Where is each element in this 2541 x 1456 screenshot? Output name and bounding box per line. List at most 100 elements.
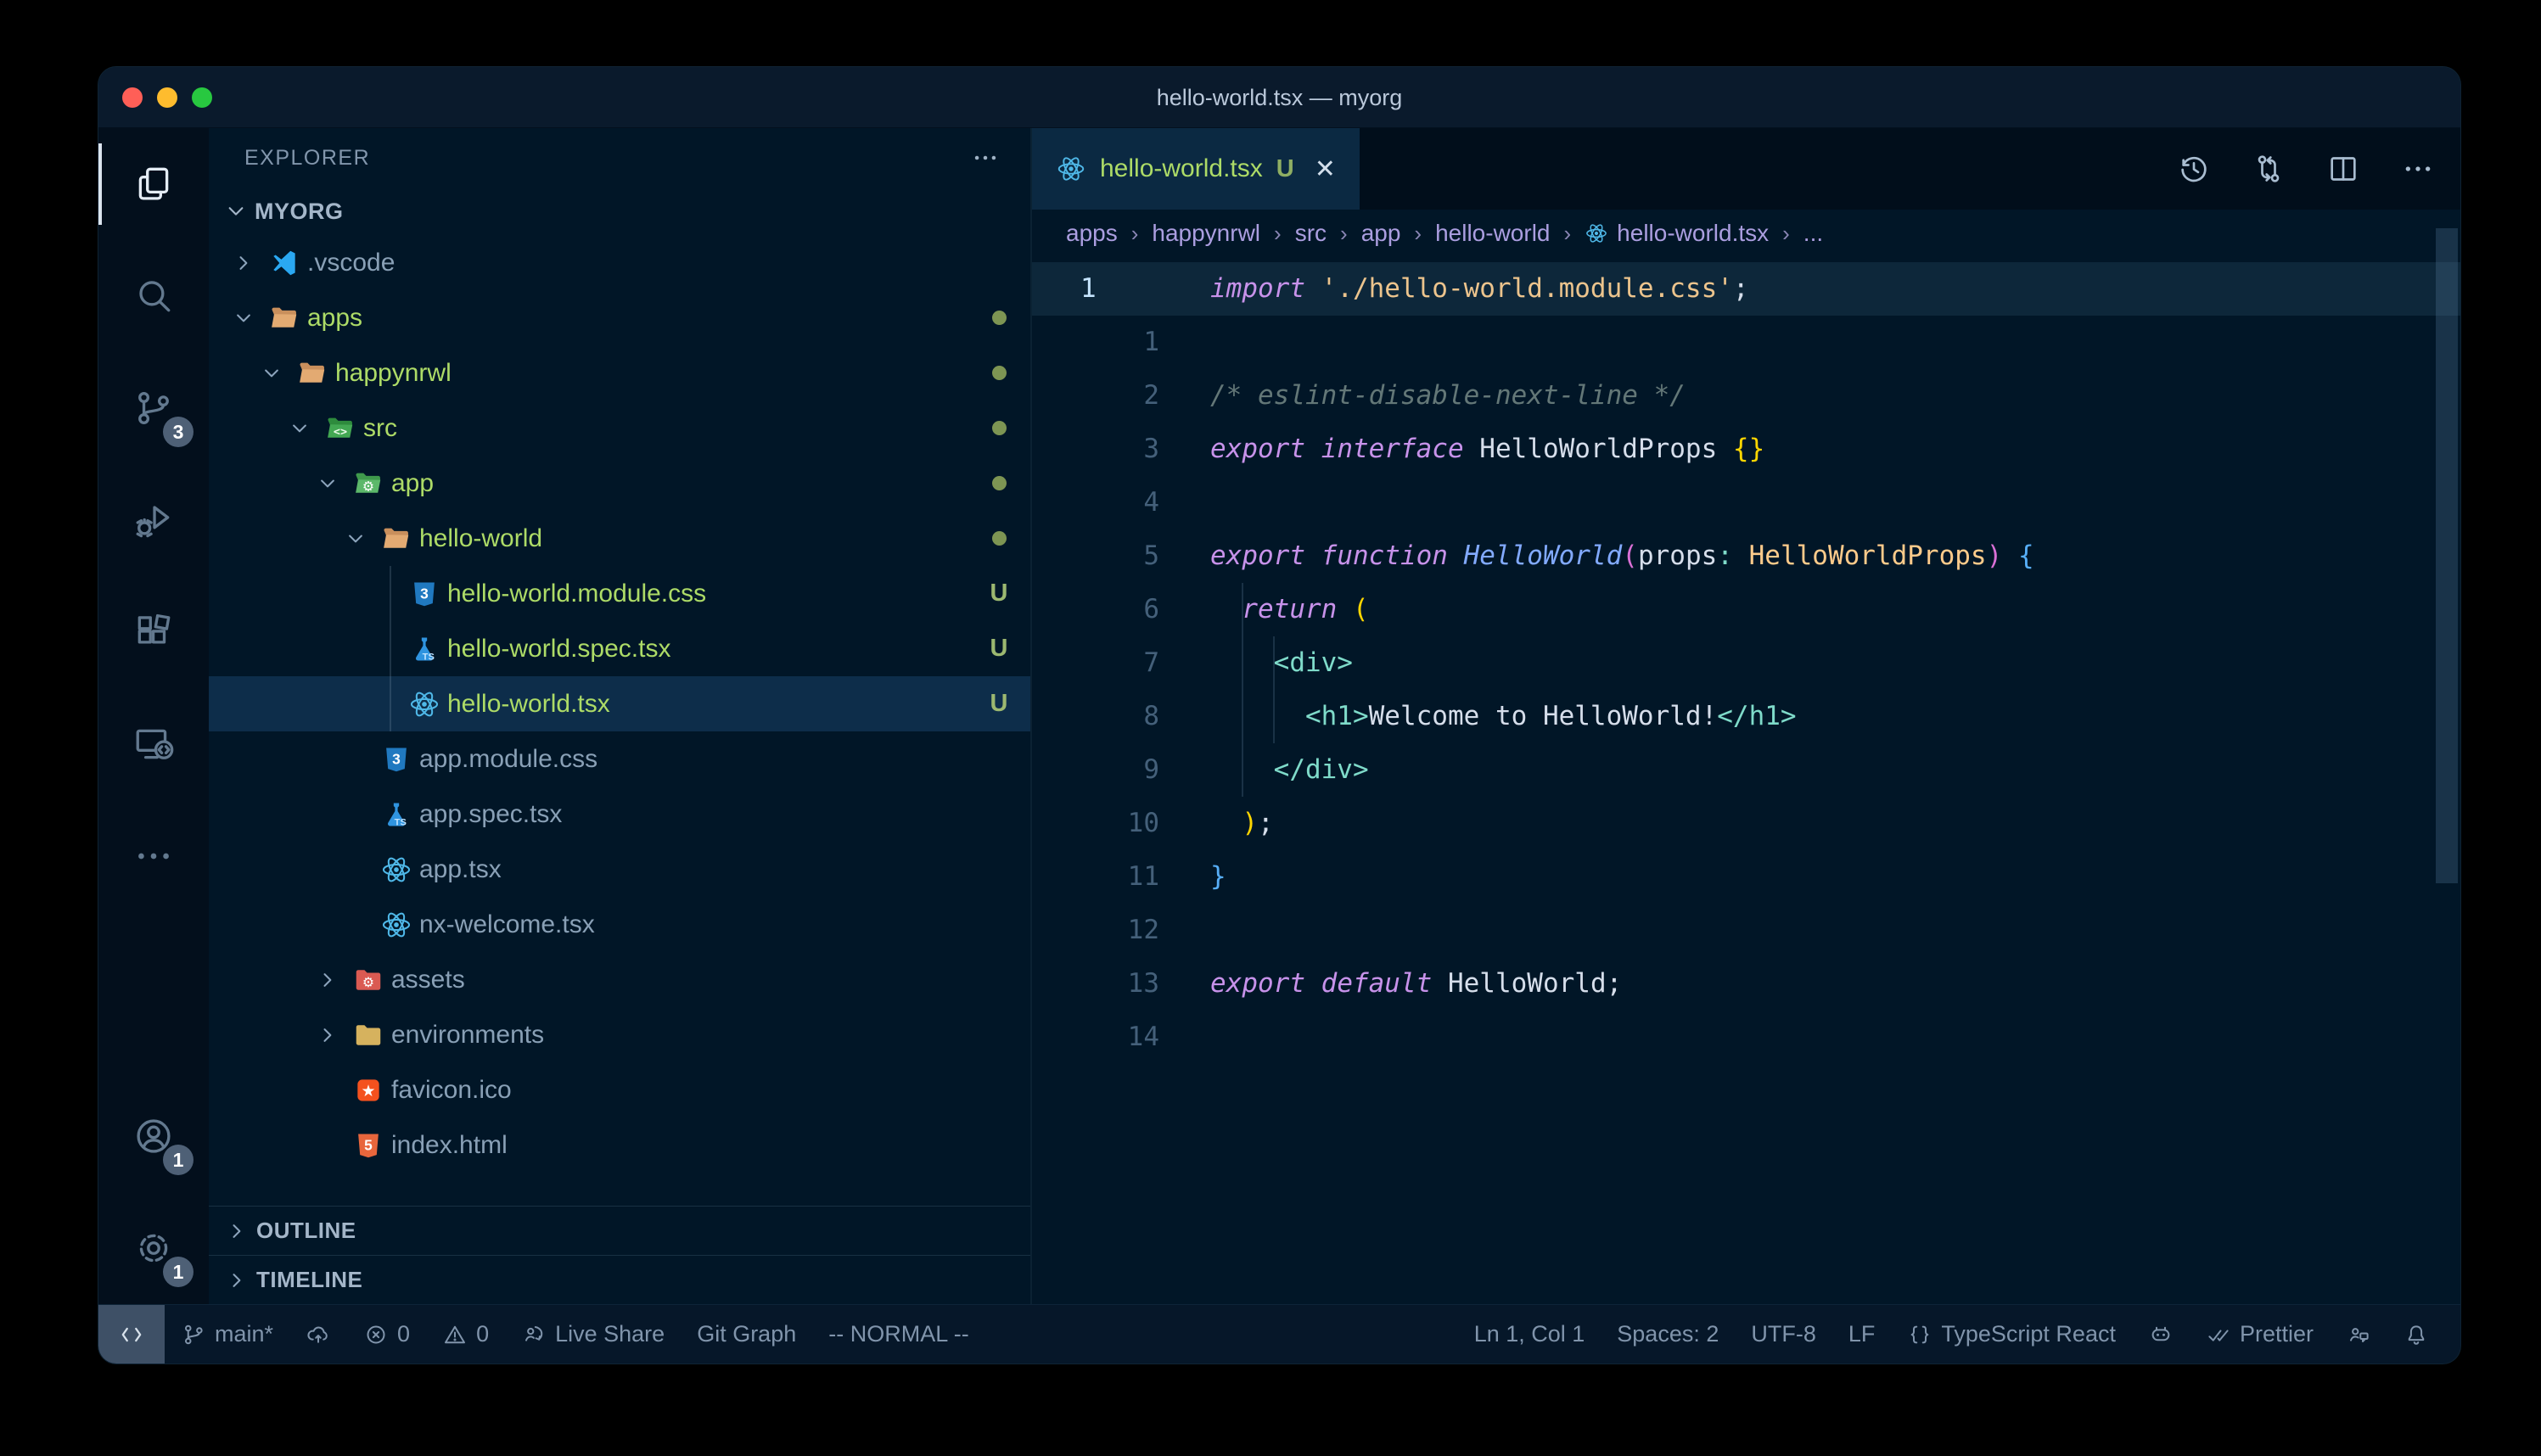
tree-item-app-tsx[interactable]: app.tsx xyxy=(209,842,1030,897)
code-line[interactable]: 3export interface HelloWorldProps {} xyxy=(1032,423,2460,476)
open-changes-button[interactable] xyxy=(2252,152,2286,186)
status-language-mode[interactable]: TypeScript React xyxy=(1891,1305,2132,1364)
code-line[interactable]: 7 <div> xyxy=(1032,636,2460,690)
warning-icon xyxy=(442,1322,468,1347)
status-errors[interactable]: 0 xyxy=(347,1305,426,1364)
code-line[interactable]: 6 return ( xyxy=(1032,583,2460,636)
close-tab-button[interactable]: ✕ xyxy=(1308,154,1336,184)
local-history-button[interactable] xyxy=(2177,152,2211,186)
tab-hello-world-tsx[interactable]: hello-world.tsx U ✕ xyxy=(1032,128,1360,210)
workspace-section-header[interactable]: MYORG xyxy=(209,188,1030,235)
breadcrumb-item-hello-world-tsx[interactable]: hello-world.tsx xyxy=(1585,220,1769,247)
breadcrumb-item-happynrwl[interactable]: happynrwl xyxy=(1152,220,1260,247)
status-eol[interactable]: LF xyxy=(1832,1305,1892,1364)
tree-item-label: hello-world xyxy=(419,524,968,553)
status-live-share[interactable]: Live Share xyxy=(505,1305,681,1364)
activity-bar-bottom: 11 xyxy=(98,1080,209,1304)
activity-bar-item-accounts[interactable]: 1 xyxy=(98,1080,209,1192)
status-prettier[interactable]: Prettier xyxy=(2190,1305,2330,1364)
tree-item-environments[interactable]: environments xyxy=(209,1007,1030,1062)
status-cursor-position[interactable]: Ln 1, Col 1 xyxy=(1458,1305,1601,1364)
code-line[interactable]: 12 xyxy=(1032,904,2460,957)
svg-text:⚙: ⚙ xyxy=(362,478,374,494)
editor-scrollbar[interactable] xyxy=(2436,228,2458,883)
status-warnings[interactable]: 0 xyxy=(426,1305,505,1364)
tree-item-label: hello-world.spec.tsx xyxy=(447,635,968,664)
breadcrumb-item--[interactable]: ... xyxy=(1803,220,1823,247)
status-git-graph[interactable]: Git Graph xyxy=(681,1305,812,1364)
activity-bar-item-settings[interactable]: 1 xyxy=(98,1192,209,1304)
code-line[interactable]: 9 </div> xyxy=(1032,743,2460,797)
tree-item-index-html[interactable]: 5index.html xyxy=(209,1117,1030,1173)
code-line[interactable]: 4 xyxy=(1032,476,2460,529)
status-indentation[interactable]: Spaces: 2 xyxy=(1601,1305,1735,1364)
breadcrumb-item-apps[interactable]: apps xyxy=(1066,220,1118,247)
tree-item-label: environments xyxy=(391,1021,968,1050)
tree-item-happynrwl[interactable]: happynrwl xyxy=(209,345,1030,400)
status-branch-label: main* xyxy=(215,1321,273,1347)
status-eol-label: LF xyxy=(1848,1321,1876,1347)
code-line[interactable]: 10 ); xyxy=(1032,797,2460,850)
activity-bar-item-search[interactable] xyxy=(98,240,209,352)
more-actions-button[interactable] xyxy=(2401,152,2435,186)
outline-section-header[interactable]: OUTLINE xyxy=(209,1206,1030,1255)
activity-bar-item-remote-explorer[interactable] xyxy=(98,688,209,800)
activity-bar-item-run-debug[interactable] xyxy=(98,464,209,576)
activity-bar-item-source-control[interactable]: 3 xyxy=(98,352,209,464)
code-line[interactable]: 11} xyxy=(1032,850,2460,904)
code-line[interactable]: 13export default HelloWorld; xyxy=(1032,957,2460,1011)
breadcrumb-item-src[interactable]: src xyxy=(1295,220,1327,247)
status-encoding[interactable]: UTF-8 xyxy=(1735,1305,1832,1364)
code-line[interactable]: 14 xyxy=(1032,1011,2460,1064)
code-line[interactable]: 8 <h1>Welcome to HelloWorld!</h1> xyxy=(1032,690,2460,743)
tree-item-app[interactable]: ⚙app xyxy=(209,456,1030,511)
code-line[interactable]: 1import './hello-world.module.css'; xyxy=(1032,262,2460,316)
folder-open-tan-icon xyxy=(268,302,300,334)
code-editor[interactable]: 1import './hello-world.module.css';12/* … xyxy=(1032,257,2460,1304)
tree-indent-guide xyxy=(390,676,391,731)
explorer-more-actions-button[interactable] xyxy=(971,143,1000,172)
tree-item-hello-world-module-css[interactable]: 3hello-world.module.cssU xyxy=(209,566,1030,621)
code-line[interactable]: 1 xyxy=(1032,316,2460,369)
code-line[interactable]: 2/* eslint-disable-next-line */ xyxy=(1032,369,2460,423)
tree-item-nx-welcome-tsx[interactable]: nx-welcome.tsx xyxy=(209,897,1030,952)
split-editor-button[interactable] xyxy=(2326,152,2360,186)
editor-actions xyxy=(2177,128,2435,210)
tree-item-apps[interactable]: apps xyxy=(209,290,1030,345)
html-icon: 5 xyxy=(352,1129,384,1162)
breadcrumb-item-app[interactable]: app xyxy=(1361,220,1401,247)
timeline-section-header[interactable]: TIMELINE xyxy=(209,1255,1030,1304)
tree-item-label: favicon.ico xyxy=(391,1076,968,1105)
breadcrumb-separator: › xyxy=(1340,221,1348,247)
status-feedback[interactable] xyxy=(2330,1305,2387,1364)
tree-item-src[interactable]: <>src xyxy=(209,400,1030,456)
tree-item-label: .vscode xyxy=(307,249,968,277)
activity-bar-item-explorer[interactable] xyxy=(98,128,209,240)
activity-bar-item-more-views[interactable] xyxy=(98,800,209,912)
status-git-graph-label: Git Graph xyxy=(697,1321,796,1347)
tree-item-hello-world[interactable]: hello-world xyxy=(209,511,1030,566)
branch-icon xyxy=(181,1322,206,1347)
react-icon xyxy=(408,688,440,720)
line-number: 8 xyxy=(1032,690,1159,743)
breadcrumb-item-hello-world[interactable]: hello-world xyxy=(1435,220,1550,247)
status-publish-changes[interactable] xyxy=(289,1305,347,1364)
tree-item-favicon-ico[interactable]: ★favicon.ico xyxy=(209,1062,1030,1117)
tree-item-assets[interactable]: ⚙assets xyxy=(209,952,1030,1007)
status-branch[interactable]: main* xyxy=(165,1305,289,1364)
tree-item-app-spec-tsx[interactable]: TSapp.spec.tsx xyxy=(209,787,1030,842)
code-line[interactable]: 5export function HelloWorld(props: Hello… xyxy=(1032,529,2460,583)
tree-item--vscode[interactable]: .vscode xyxy=(209,235,1030,290)
tree-item-app-module-css[interactable]: 3app.module.css xyxy=(209,731,1030,787)
status-vim-mode[interactable]: -- NORMAL -- xyxy=(812,1305,984,1364)
status-github[interactable] xyxy=(2132,1305,2190,1364)
status-notifications[interactable] xyxy=(2387,1305,2445,1364)
remote-indicator-button[interactable] xyxy=(98,1305,165,1364)
line-number: 2 xyxy=(1032,369,1159,423)
activity-bar-item-extensions[interactable] xyxy=(98,576,209,688)
window-title: hello-world.tsx — myorg xyxy=(98,67,2460,128)
line-number: 9 xyxy=(1032,743,1159,797)
tree-item-hello-world-tsx[interactable]: hello-world.tsxU xyxy=(209,676,1030,731)
tree-item-hello-world-spec-tsx[interactable]: TShello-world.spec.tsxU xyxy=(209,621,1030,676)
status-prettier-label: Prettier xyxy=(2240,1321,2314,1347)
